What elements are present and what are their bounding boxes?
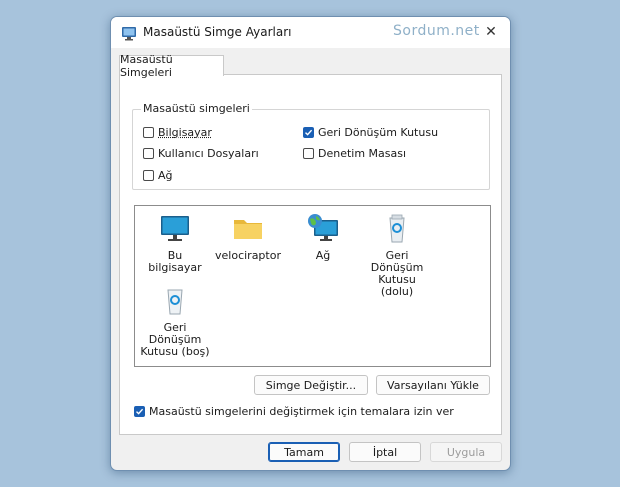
checkbox-box[interactable]	[303, 148, 314, 159]
close-icon: ✕	[485, 24, 497, 40]
network-globe-icon	[306, 212, 340, 246]
icon-label: velociraptor	[215, 249, 281, 262]
list-item-network[interactable]: Ağ	[288, 212, 358, 262]
checkbox-label: Ağ	[158, 169, 173, 182]
desktop-icon-settings-dialog: Masaüstü Simge Ayarları Sordum.net ✕ Mas…	[110, 16, 511, 471]
restore-default-button[interactable]: Varsayılanı Yükle	[376, 375, 490, 395]
recycle-bin-full-icon	[380, 212, 414, 246]
list-item-recycle-bin-empty[interactable]: Geri Dönüşüm Kutusu (boş)	[140, 284, 210, 358]
ok-button[interactable]: Tamam	[268, 442, 340, 462]
checkbox-computer[interactable]: Bilgisayar	[143, 126, 212, 139]
checkmark-icon	[305, 129, 313, 136]
window-title: Masaüstü Simge Ayarları	[143, 25, 292, 39]
apply-button[interactable]: Uygula	[430, 442, 502, 462]
checkbox-box-checked[interactable]	[134, 406, 145, 417]
checkbox-label: Denetim Masası	[318, 147, 407, 160]
checkbox-box[interactable]	[143, 127, 154, 138]
tab-label: Masaüstü Simgeleri	[120, 53, 173, 79]
checkbox-box-checked[interactable]	[303, 127, 314, 138]
group-legend: Masaüstü simgeleri	[141, 102, 252, 115]
list-item-recycle-bin-full[interactable]: Geri Dönüşüm Kutusu (dolu)	[362, 212, 432, 298]
icon-label: Ağ	[315, 249, 331, 262]
checkbox-control-panel[interactable]: Denetim Masası	[303, 147, 406, 160]
icon-label: Geri Dönüşüm Kutusu (dolu)	[370, 249, 424, 298]
checkbox-box[interactable]	[143, 148, 154, 159]
checkbox-label: Geri Dönüşüm Kutusu	[318, 126, 439, 139]
list-item-this-pc[interactable]: Bu bilgisayar	[140, 212, 210, 274]
close-button[interactable]: ✕	[479, 21, 503, 43]
checkbox-label: Kullanıcı Dosyaları	[158, 147, 259, 160]
watermark-text: Sordum.net	[393, 23, 480, 39]
change-icon-button[interactable]: Simge Değiştir...	[254, 375, 368, 395]
folder-icon	[231, 212, 265, 246]
checkbox-box[interactable]	[143, 170, 154, 181]
list-item-velociraptor[interactable]: velociraptor	[213, 212, 283, 262]
icon-label: Geri Dönüşüm Kutusu (boş)	[140, 321, 210, 358]
checkbox-user-files[interactable]: Kullanıcı Dosyaları	[143, 147, 259, 160]
checkbox-allow-themes[interactable]: Masaüstü simgelerini değiştirmek için te…	[134, 405, 454, 418]
checkbox-network[interactable]: Ağ	[143, 169, 173, 182]
checkmark-icon	[136, 408, 144, 415]
desktop-icons-group: Masaüstü simgeleri Bilgisayar Geri Dönüş…	[132, 102, 490, 190]
icon-list[interactable]: Bu bilgisayar velociraptor Ağ Geri Dönüş…	[134, 205, 491, 367]
tab-panel: Masaüstü simgeleri Bilgisayar Geri Dönüş…	[119, 74, 502, 435]
display-settings-icon	[121, 25, 137, 41]
checkbox-recycle-bin[interactable]: Geri Dönüşüm Kutusu	[303, 126, 438, 139]
checkbox-label: Bilgisayar	[158, 126, 212, 139]
tab-desktop-icons[interactable]: Masaüstü Simgeleri	[119, 53, 224, 79]
icon-label: Bu bilgisayar	[148, 249, 202, 274]
title-bar[interactable]: Masaüstü Simge Ayarları Sordum.net ✕	[111, 17, 510, 48]
monitor-icon	[158, 212, 192, 246]
checkbox-label: Masaüstü simgelerini değiştirmek için te…	[149, 405, 454, 418]
recycle-bin-empty-icon	[158, 284, 192, 318]
cancel-button[interactable]: İptal	[349, 442, 421, 462]
